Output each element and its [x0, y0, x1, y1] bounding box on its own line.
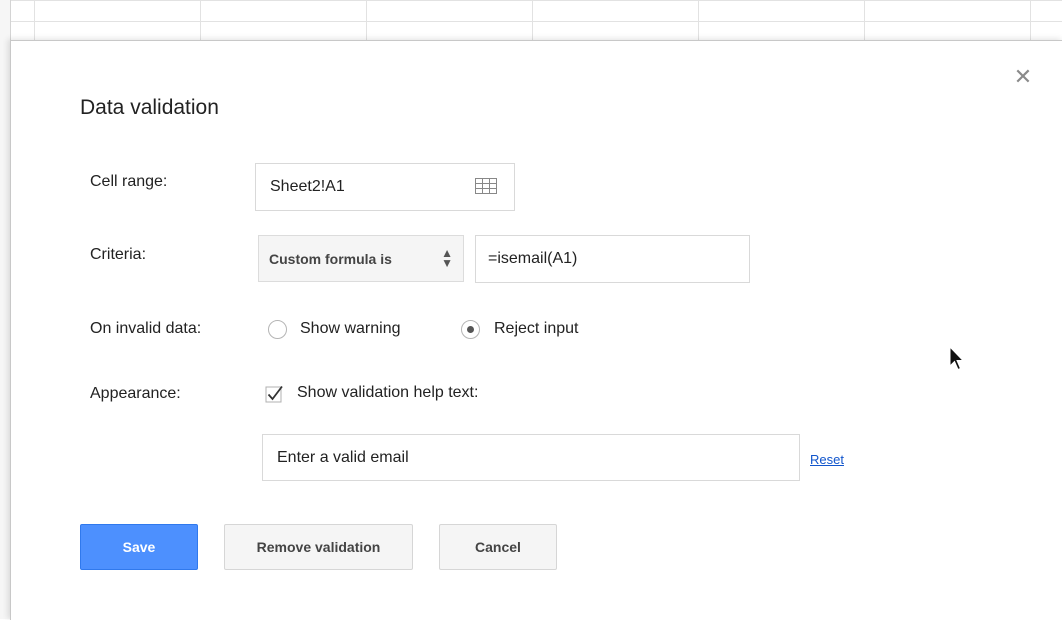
show-help-text-checkbox[interactable] [265, 384, 285, 404]
help-text-input[interactable]: Enter a valid email [262, 434, 800, 481]
cell-range-value: Sheet2!A1 [270, 178, 345, 195]
criteria-type-select[interactable]: Custom formula is ▲ ▼ [258, 235, 464, 282]
dialog-title: Data validation [80, 96, 219, 119]
save-button[interactable]: Save [80, 524, 198, 570]
appearance-label: Appearance: [90, 385, 181, 402]
grid-icon[interactable] [475, 178, 497, 194]
reset-link[interactable]: Reset [810, 452, 844, 467]
on-invalid-label: On invalid data: [90, 320, 202, 337]
reject-input-label[interactable]: Reject input [494, 320, 579, 338]
criteria-formula-input[interactable]: =isemail(A1) [475, 235, 750, 283]
remove-validation-button[interactable]: Remove validation [224, 524, 413, 570]
cancel-button[interactable]: Cancel [439, 524, 557, 570]
reject-input-radio[interactable] [461, 320, 480, 339]
show-warning-radio[interactable] [268, 320, 287, 339]
close-icon[interactable]: ✕ [1012, 66, 1034, 88]
help-text-value: Enter a valid email [277, 448, 409, 466]
criteria-type-value: Custom formula is [269, 250, 392, 267]
show-help-text-label[interactable]: Show validation help text: [297, 384, 478, 402]
cell-range-label: Cell range: [90, 173, 168, 190]
criteria-label: Criteria: [90, 246, 147, 263]
criteria-formula-value: =isemail(A1) [488, 250, 578, 267]
updown-arrows-icon: ▲ ▼ [441, 246, 453, 270]
show-warning-label[interactable]: Show warning [300, 320, 401, 338]
mouse-pointer-icon [949, 346, 964, 371]
